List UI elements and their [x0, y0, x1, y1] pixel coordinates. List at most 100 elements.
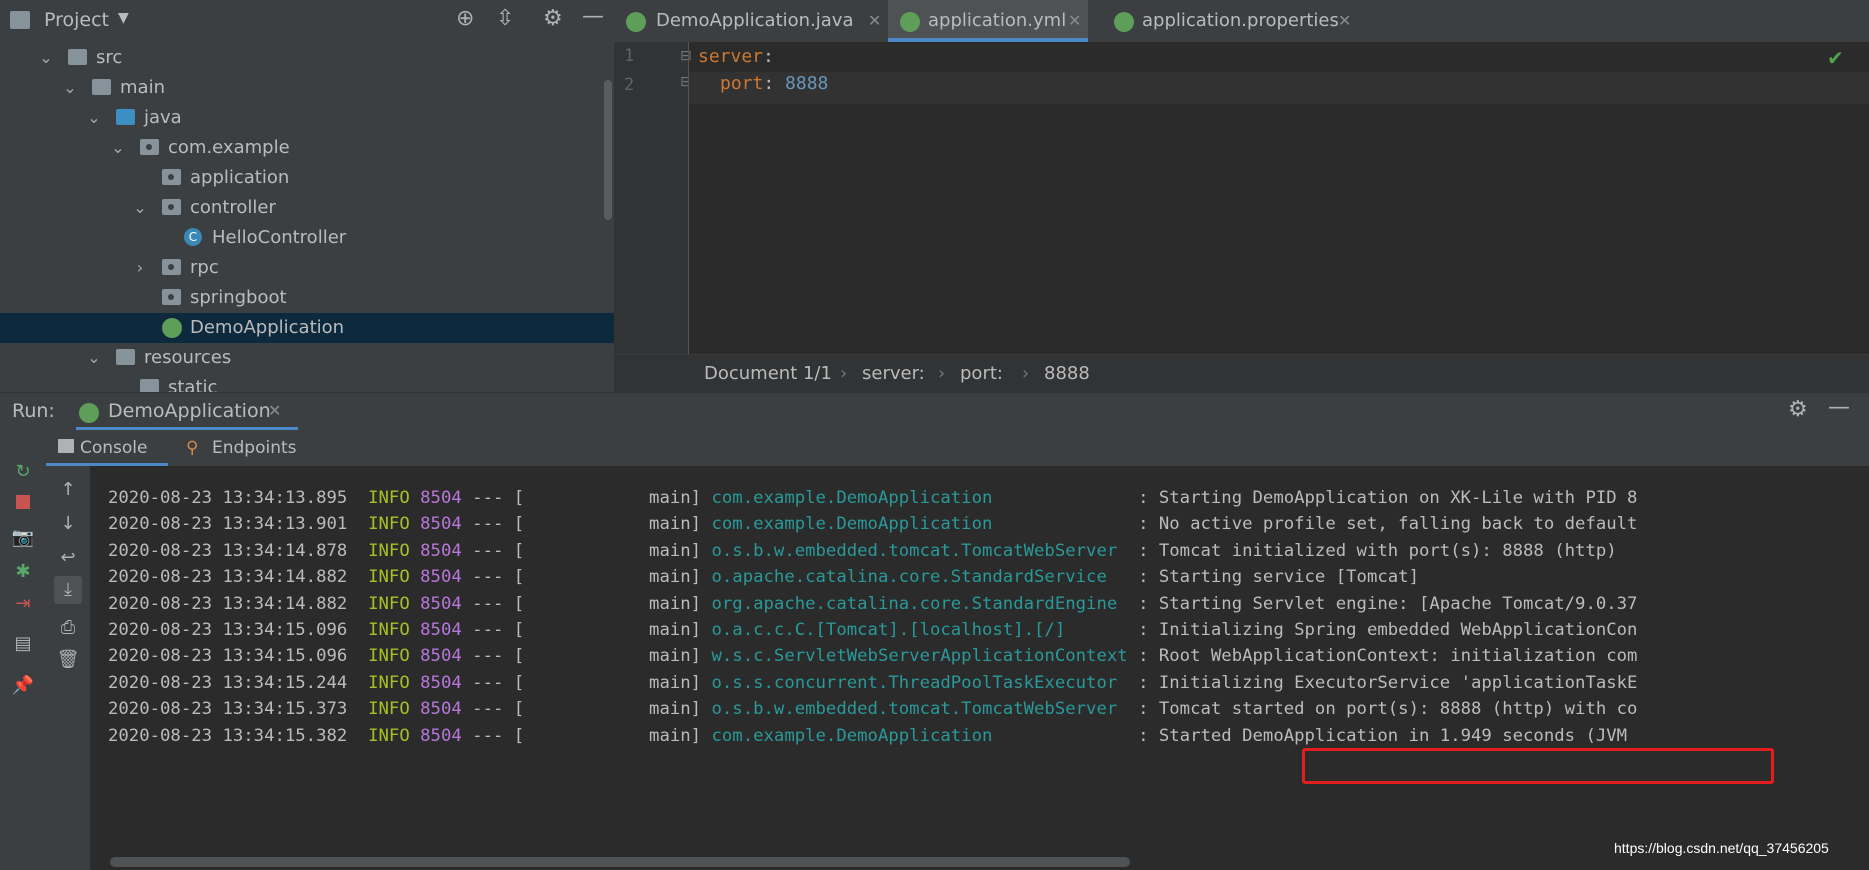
rerun-icon[interactable]: ↻ — [9, 458, 37, 486]
spring-class-icon — [626, 12, 646, 32]
run-toolbar: ↻ 📷 ✱ ⇥ ▤ 📌 — [0, 430, 46, 870]
tree-item[interactable]: ⌄ com.example — [0, 133, 614, 163]
tree-item[interactable]: C HelloController — [0, 223, 614, 253]
breadcrumb-server[interactable]: server: — [862, 355, 925, 393]
log-thread: main] — [649, 488, 712, 508]
chevron-down-icon[interactable]: ⌄ — [86, 103, 102, 133]
exit-icon[interactable]: ⇥ — [9, 590, 37, 618]
tree-item[interactable]: static — [0, 373, 614, 392]
tree-item-label: src — [96, 47, 123, 68]
yaml-value: 8888 — [785, 73, 829, 94]
folder-icon — [140, 379, 159, 392]
tab-application-yml[interactable]: application.yml ✕ — [888, 0, 1088, 42]
close-icon[interactable]: ✕ — [1338, 0, 1351, 42]
package-icon — [162, 289, 181, 305]
log-timestamp: 2020-08-23 13:34:14.882 — [108, 567, 369, 588]
log-separator: --- [ — [461, 620, 650, 640]
log-pid: 8504 — [420, 725, 462, 746]
gear-icon[interactable]: ⚙ — [1788, 397, 1808, 422]
chevron-down-icon[interactable]: ⌄ — [62, 73, 78, 103]
tree-item[interactable]: ⌄ src — [0, 43, 614, 73]
down-arrow-icon[interactable]: ↓ — [54, 510, 82, 538]
package-icon — [162, 199, 181, 215]
console-output[interactable]: 2020-08-23 13:34:13.895 INFO 8504 --- [ … — [90, 466, 1869, 870]
minimize-icon[interactable]: — — [1828, 395, 1850, 420]
layout-icon[interactable]: ▤ — [9, 630, 37, 658]
log-message: : No active profile set, falling back to… — [1138, 514, 1638, 535]
soft-wrap-icon[interactable]: ↩ — [54, 544, 82, 572]
log-level: INFO — [368, 672, 421, 693]
tree-item[interactable]: ⌄ controller — [0, 193, 614, 223]
log-separator: --- [ — [461, 567, 650, 588]
log-pid: 8504 — [420, 699, 462, 720]
chevron-down-icon[interactable]: ⌄ — [38, 43, 54, 73]
tab-application-properties[interactable]: application.properties ✕ — [1102, 0, 1372, 42]
tree-item[interactable]: ⌄ resources — [0, 343, 614, 373]
tree-item[interactable]: ⌄ main — [0, 73, 614, 103]
log-logger: o.s.s.concurrent.ThreadPoolTaskExecutor — [711, 672, 1139, 693]
stop-icon[interactable] — [9, 490, 37, 518]
highlight-box — [1302, 748, 1774, 784]
chevron-down-icon[interactable]: ⌄ — [86, 343, 102, 373]
project-scrollbar[interactable] — [604, 80, 612, 220]
log-message: : Tomcat initialized with port(s): 8888 … — [1138, 540, 1617, 561]
log-separator: --- [ — [461, 514, 650, 535]
log-line: 2020-08-23 13:34:15.244 INFO 8504 --- [ … — [108, 673, 1637, 693]
log-thread: main] — [649, 699, 712, 720]
spring-run-icon — [79, 403, 99, 423]
log-timestamp: 2020-08-23 13:34:15.096 — [108, 646, 369, 667]
trash-icon[interactable]: 🗑 — [54, 646, 82, 674]
folder-icon — [92, 79, 111, 95]
close-icon[interactable]: ✕ — [268, 401, 281, 420]
fold-icon[interactable]: ⊟ — [680, 48, 692, 64]
log-timestamp: 2020-08-23 13:34:13.901 — [108, 514, 369, 535]
log-logger: o.a.c.c.C.[Tomcat].[localhost].[/] — [711, 620, 1139, 640]
print-icon[interactable]: ⎙ — [54, 614, 82, 642]
run-tool-window: Run: DemoApplication ✕ ⚙ — ↻ 📷 ✱ ⇥ ▤ 📌 C… — [0, 392, 1869, 870]
tree-item-label: com.example — [168, 137, 290, 158]
breadcrumb-document[interactable]: Document 1/1 — [704, 355, 832, 393]
resources-folder-icon — [116, 349, 135, 365]
console-horizontal-scrollbar[interactable] — [110, 857, 1130, 867]
breadcrumb-port[interactable]: port: — [960, 355, 1003, 393]
run-config-tab[interactable]: DemoApplication ✕ — [76, 393, 298, 431]
tab-endpoints[interactable]: ⚲ Endpoints — [186, 430, 297, 466]
tree-item[interactable]: application — [0, 163, 614, 193]
chevron-right-icon[interactable]: › — [132, 253, 148, 283]
chevron-down-icon[interactable]: ⌄ — [132, 193, 148, 223]
log-thread: main] — [649, 646, 712, 667]
tree-item[interactable]: DemoApplication — [0, 313, 614, 343]
up-arrow-icon[interactable]: ↑ — [54, 476, 82, 504]
bug-icon[interactable]: ✱ — [9, 558, 37, 586]
tab-label: DemoApplication.java — [656, 10, 854, 31]
log-thread: main] — [649, 593, 712, 614]
tree-item-label: rpc — [190, 257, 219, 278]
tree-item[interactable]: springboot — [0, 283, 614, 313]
log-separator: --- [ — [461, 488, 650, 508]
code-line-1[interactable]: server: — [698, 46, 774, 67]
tab-console[interactable]: Console — [46, 430, 168, 466]
log-separator: --- [ — [461, 593, 650, 614]
editor-area: DemoApplication.java ✕ application.yml ✕… — [614, 0, 1869, 393]
breadcrumb-value[interactable]: 8888 — [1044, 355, 1090, 393]
breadcrumb-separator: › — [1022, 363, 1030, 384]
log-logger: o.s.b.w.embedded.tomcat.TomcatWebServer — [711, 699, 1139, 720]
breadcrumb: Document 1/1 › server: › port: › 8888 — [614, 354, 1869, 393]
tree-item-label: HelloController — [212, 227, 347, 248]
tab-demoapplication-java[interactable]: DemoApplication.java ✕ — [626, 0, 888, 42]
tree-item[interactable]: ⌄ java — [0, 103, 614, 133]
line-number: 2 — [624, 75, 635, 95]
close-icon[interactable]: ✕ — [868, 0, 881, 42]
code-line-2[interactable]: port: 8888 — [720, 73, 828, 94]
camera-icon[interactable]: 📷 — [9, 524, 37, 552]
close-icon[interactable]: ✕ — [1068, 0, 1081, 42]
tree-item[interactable]: › rpc — [0, 253, 614, 283]
tree-item-label: java — [144, 107, 182, 128]
yaml-colon: : — [763, 46, 774, 67]
log-line: 2020-08-23 13:34:15.096 INFO 8504 --- [ … — [108, 646, 1637, 666]
tree-item-label: springboot — [190, 287, 287, 308]
pin-icon[interactable]: 📌 — [9, 672, 37, 700]
caret-row-highlight — [689, 72, 1869, 104]
chevron-down-icon[interactable]: ⌄ — [110, 133, 126, 163]
scroll-to-end-icon[interactable]: ⤓ — [54, 576, 82, 604]
